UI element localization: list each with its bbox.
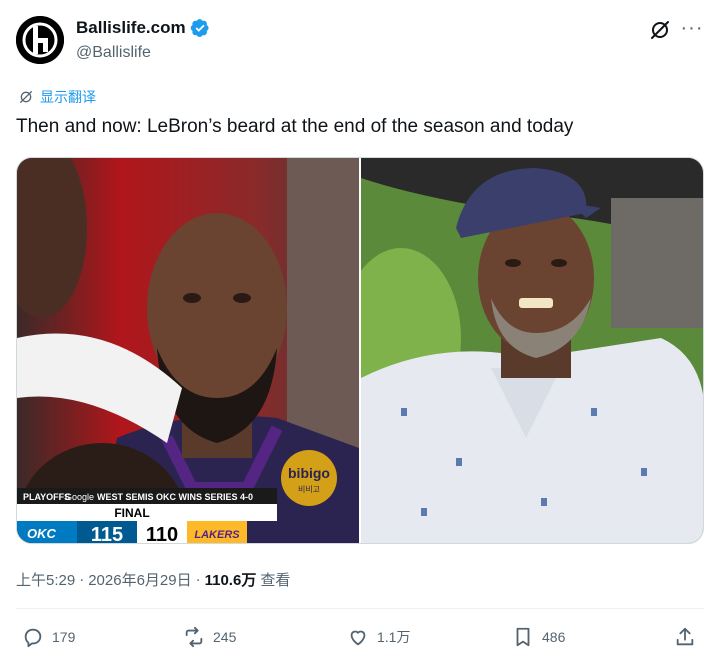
show-translation-link[interactable]: 显示翻译 [18,87,96,107]
meta-separator: · [79,571,85,588]
reply-count: 179 [52,629,76,645]
scoreboard-sponsor: Google [65,492,94,502]
grok-button[interactable] [648,18,672,42]
jersey-patch-text: bibigo [288,465,330,481]
scoreboard-away-score: 110 [146,524,178,544]
ballislife-logo-icon [16,16,64,64]
like-count: 1.1万 [377,629,411,645]
bookmark-icon [516,627,530,647]
divider [16,608,704,609]
grok-icon [651,21,669,39]
repost-icon [185,626,203,648]
share-icon [676,627,694,646]
repost-button[interactable]: 245 [183,626,236,648]
jersey-patch-subtext: 비비고 [298,485,320,494]
author-handle[interactable]: @Ballislife [76,44,151,62]
photo-now[interactable] [341,158,703,543]
tweet-text: Then and now: LeBron’s beard at the end … [16,116,574,137]
show-translation-label: 显示翻译 [40,89,96,105]
share-button[interactable] [674,626,704,648]
photo-then[interactable]: bibigo 비비고 PLAYOFFS Google WEST SEMIS OK… [17,158,359,543]
scoreboard-home-team: OKC [27,526,57,541]
views-label: 查看 [260,572,291,589]
tweet-date[interactable]: 2026年6月29日 [88,569,191,590]
tweet-time[interactable]: 上午5:29 [16,569,75,590]
like-button[interactable]: 1.1万 [347,626,410,648]
lebron-today-photo [341,158,703,543]
reply-button[interactable]: 179 [22,626,75,648]
author-name-row: Ballislife.com [76,18,210,38]
tweet-media-grid: bibigo 비비고 PLAYOFFS Google WEST SEMIS OK… [16,157,704,544]
views-count: 110.6万 [204,572,257,589]
bookmark-count: 486 [542,629,566,645]
translate-icon [20,91,32,103]
bookmark-button[interactable]: 486 [512,626,565,648]
verified-badge-icon [190,19,209,37]
repost-count: 245 [213,629,237,645]
meta-separator: · [195,571,201,588]
scoreboard-home-score: 115 [91,524,123,544]
more-options-button[interactable]: ··· [680,18,704,42]
heart-icon [350,630,366,646]
scoreboard-away-team: LAKERS [194,529,240,541]
scoreboard-status: FINAL [114,506,149,520]
avatar[interactable] [16,16,64,64]
lebron-season-end-photo: bibigo 비비고 PLAYOFFS Google WEST SEMIS OK… [17,158,359,544]
reply-icon [24,628,42,648]
tweet-meta: 上午5:29 · 2026年6月29日 · 110.6万 查看 [16,569,290,590]
scoreboard-playoffs: PLAYOFFS [23,492,70,502]
author-display-name[interactable]: Ballislife.com [76,18,186,38]
scoreboard-series: WEST SEMIS OKC WINS SERIES 4-0 [97,492,253,502]
more-horizontal-icon: ··· [680,17,704,39]
